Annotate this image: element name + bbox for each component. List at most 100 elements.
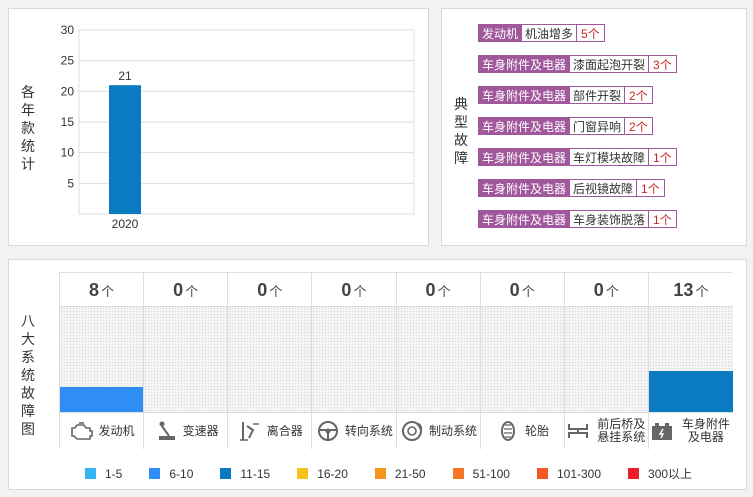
legend-label: 21-50 xyxy=(394,466,426,481)
eight-systems-panel: 八大系统故障图 8 个发动机 0 个变速器 0 个离合器 0 个转向系统 0 个制动系统 0 个轮胎 0… xyxy=(8,259,747,490)
system-name: 制动系统 xyxy=(429,423,478,438)
system-bar-area xyxy=(60,307,144,412)
system-count: 0个 xyxy=(396,273,480,307)
system-label: 轮胎 xyxy=(480,412,564,449)
system-label: 前后桥及悬挂系统 xyxy=(564,412,648,449)
system-bar[interactable] xyxy=(60,387,144,412)
system-count-unit: 个 xyxy=(521,284,535,299)
engine-icon xyxy=(69,420,95,442)
system-count-unit: 个 xyxy=(605,284,619,299)
typical-faults-title: 典型故障 xyxy=(454,96,468,166)
yearly-bar-chart: 5 10 15 20 25 30 21 2020 xyxy=(61,23,415,231)
legend-swatch xyxy=(374,468,386,479)
system-column[interactable]: 0 个前后桥及悬挂系统 xyxy=(564,273,649,449)
system-count-value: 0 xyxy=(509,280,520,300)
fault-count: 3个 xyxy=(649,55,677,73)
legend-item: 21-50 xyxy=(374,465,426,482)
system-name: 车身附件及电器 xyxy=(681,417,730,444)
fault-name: 车灯模块故障 xyxy=(570,148,650,166)
bar-value-label: 21 xyxy=(118,69,132,83)
fault-item[interactable]: 车身附件及电器 车身装饰脱落 1个 xyxy=(478,210,677,228)
system-count-value: 0 xyxy=(341,280,352,300)
fault-category: 车身附件及电器 xyxy=(478,55,571,73)
y-tick-label: 15 xyxy=(61,115,75,129)
legend-item: 1-5 xyxy=(85,465,122,482)
fault-category: 车身附件及电器 xyxy=(478,210,571,228)
legend-label: 300以上 xyxy=(648,467,693,481)
fault-item[interactable]: 车身附件及电器 漆面起泡开裂 3个 xyxy=(478,55,677,73)
steering-wheel-icon xyxy=(315,420,341,442)
system-column[interactable]: 0 个轮胎 xyxy=(480,273,565,449)
system-bar-area xyxy=(480,307,564,412)
fault-name: 机油增多 xyxy=(522,24,578,42)
system-bar[interactable] xyxy=(648,371,733,412)
legend-label: 11-15 xyxy=(240,466,271,481)
yearly-stats-panel: 各年款统计 5 10 15 20 25 30 21 2020 xyxy=(8,8,429,246)
fault-name: 后视镜故障 xyxy=(570,179,638,197)
system-label: 离合器 xyxy=(228,412,312,449)
y-tick-label: 30 xyxy=(61,23,75,37)
legend-item: 6-10 xyxy=(149,465,193,482)
legend-item: 300以上 xyxy=(628,465,692,482)
legend-label: 1-5 xyxy=(105,466,123,481)
system-column[interactable]: 0 个制动系统 xyxy=(396,273,481,449)
systems-title: 八大系统故障图 xyxy=(21,313,35,437)
legend-swatch xyxy=(85,468,96,479)
fault-item[interactable]: 车身附件及电器 门窗异响 2个 xyxy=(478,117,653,135)
system-count: 0个 xyxy=(480,273,564,307)
system-column[interactable]: 0 个转向系统 xyxy=(312,273,397,449)
system-bar-area xyxy=(228,307,312,412)
system-count-value: 8 xyxy=(89,280,100,300)
fault-category: 车身附件及电器 xyxy=(478,179,571,197)
legend-label: 101-300 xyxy=(556,466,602,481)
fault-name: 车身装饰脱落 xyxy=(570,210,650,228)
system-count-unit: 个 xyxy=(101,284,115,299)
fault-item[interactable]: 发动机 机油增多 5个 xyxy=(478,24,605,42)
system-count-value: 13 xyxy=(673,280,694,300)
system-count-unit: 个 xyxy=(695,284,709,299)
system-column[interactable]: 0 个变速器 xyxy=(144,273,229,449)
fault-name: 门窗异响 xyxy=(570,117,626,135)
system-count-unit: 个 xyxy=(437,284,451,299)
system-count: 0个 xyxy=(312,273,396,307)
fault-count: 1个 xyxy=(637,179,665,197)
system-bar-area xyxy=(312,307,396,412)
system-count-unit: 个 xyxy=(269,284,283,299)
legend-swatch xyxy=(452,468,464,479)
legend-item: 51-100 xyxy=(452,465,510,482)
fault-item[interactable]: 车身附件及电器 后视镜故障 1个 xyxy=(478,179,665,197)
x-tick-label: 2020 xyxy=(112,217,139,231)
bar-2020[interactable] xyxy=(109,85,141,214)
system-count-value: 0 xyxy=(593,280,604,300)
system-count-value: 0 xyxy=(173,280,184,300)
fault-count: 5个 xyxy=(577,24,605,42)
fault-count: 1个 xyxy=(649,210,677,228)
fault-item[interactable]: 车身附件及电器 车灯模块故障 1个 xyxy=(478,148,677,166)
system-column[interactable]: 13 个车身附件及电器 xyxy=(648,273,733,449)
clutch-pedal-icon xyxy=(237,420,263,442)
system-count: 0个 xyxy=(228,273,312,307)
system-label: 制动系统 xyxy=(396,412,480,449)
y-tick-label: 10 xyxy=(61,146,75,160)
system-name: 轮胎 xyxy=(525,423,550,438)
system-count-unit: 个 xyxy=(353,284,367,299)
fault-item[interactable]: 车身附件及电器 部件开裂 2个 xyxy=(478,86,653,104)
system-name: 转向系统 xyxy=(344,423,393,438)
fault-count: 2个 xyxy=(625,86,653,104)
system-count: 0个 xyxy=(564,273,648,307)
systems-grid: 8 个发动机 0 个变速器 0 个离合器 0 个转向系统 0 个制动系统 0 个轮胎 0 个前后桥及悬挂系… xyxy=(59,272,733,449)
legend-swatch xyxy=(149,468,161,479)
fault-category: 发动机 xyxy=(478,24,523,42)
typical-faults-panel: 典型故障 发动机 机油增多 5个车身附件及电器 漆面起泡开裂 3个 车身附件及电器 部件开裂… xyxy=(441,8,747,246)
legend-swatch xyxy=(220,468,232,479)
axle-icon xyxy=(565,420,591,442)
system-column[interactable]: 0 个离合器 xyxy=(228,273,313,449)
system-bar-area xyxy=(396,307,480,412)
fault-count: 1个 xyxy=(649,148,677,166)
fault-category: 车身附件及电器 xyxy=(478,117,571,135)
fault-category: 车身附件及电器 xyxy=(478,148,571,166)
legend: 1-5 6-10 11-15 16-20 21-50 51-100 101-300 300以上 xyxy=(85,465,719,482)
system-bar-area xyxy=(648,307,733,412)
y-tick-label: 5 xyxy=(67,176,74,190)
system-column[interactable]: 8 个发动机 xyxy=(60,273,145,449)
